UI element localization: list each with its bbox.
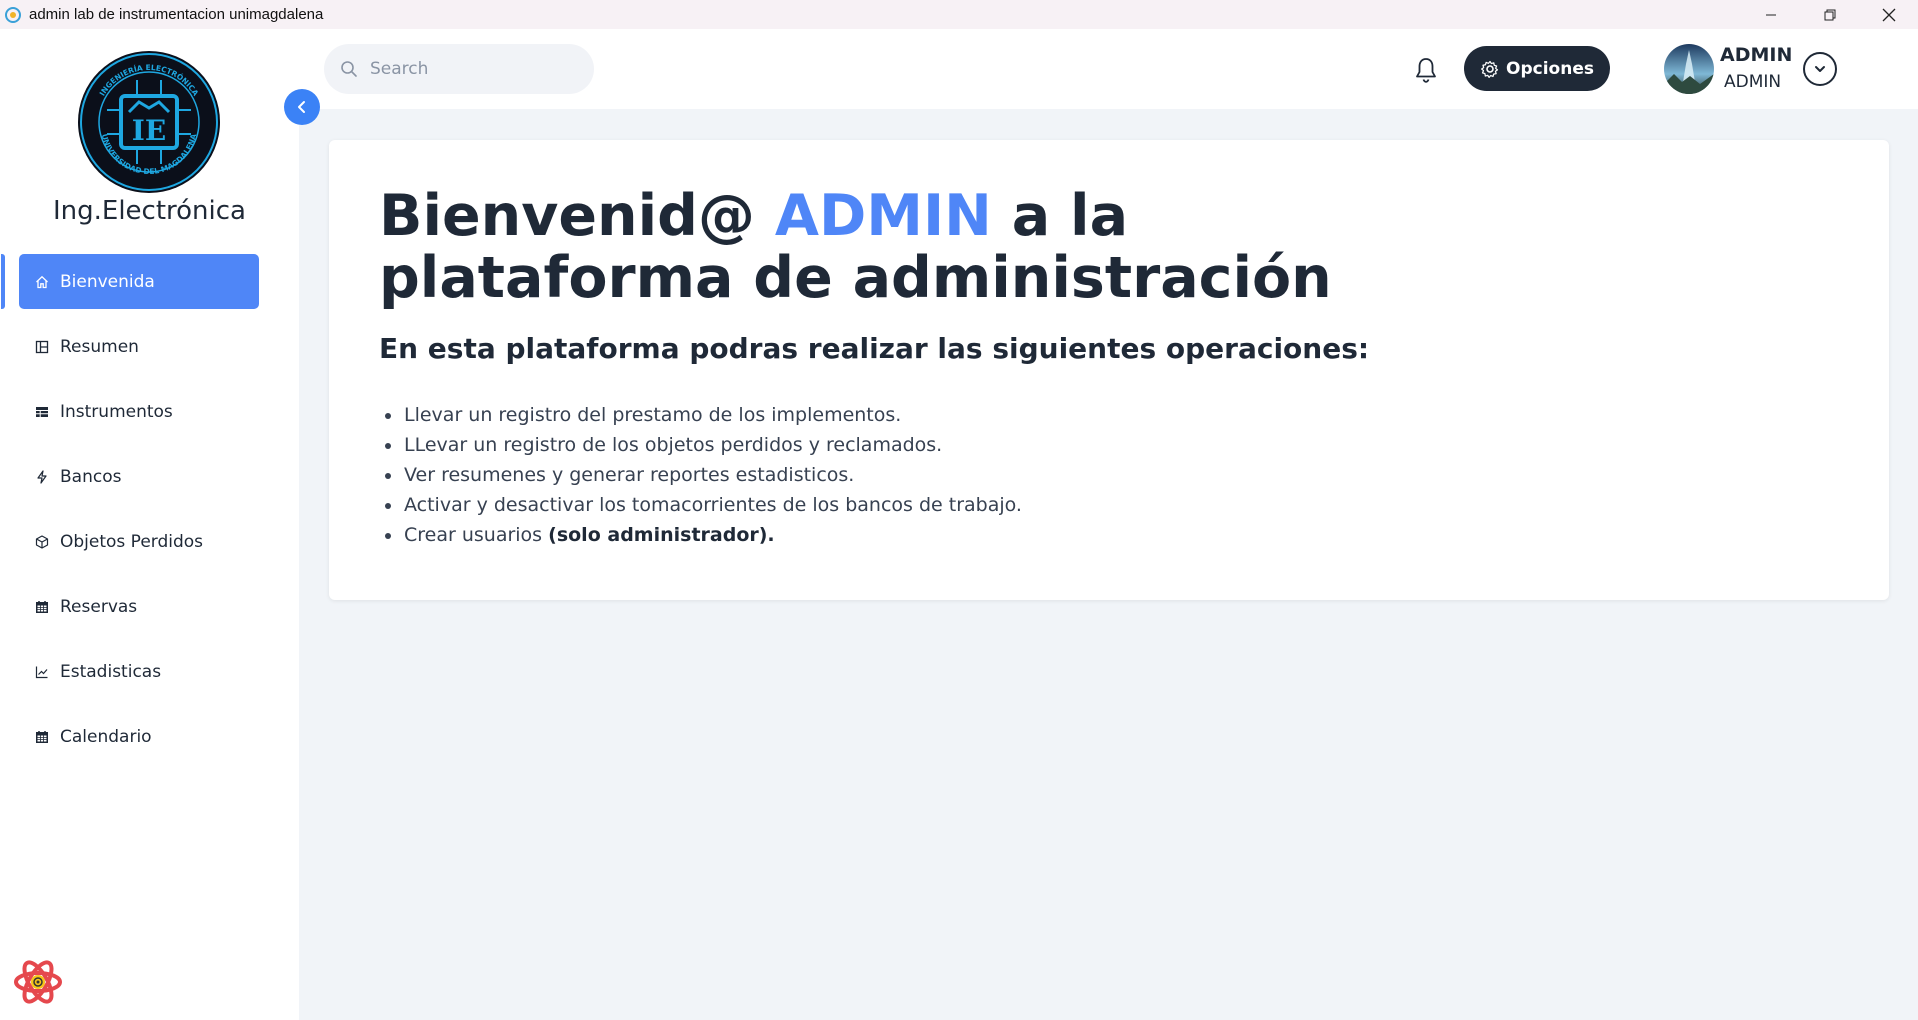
sidebar-item-bienvenida[interactable]: Bienvenida bbox=[1, 254, 259, 309]
minimize-icon bbox=[1765, 14, 1776, 15]
sidebar-item-label: Instrumentos bbox=[60, 401, 173, 422]
list-item-bold: (solo administrador). bbox=[548, 524, 775, 546]
active-indicator bbox=[1, 254, 5, 309]
sidebar-item-estadisticas[interactable]: Estadisticas bbox=[0, 644, 299, 699]
user-name: ADMIN bbox=[1720, 44, 1793, 66]
search-bar bbox=[324, 44, 594, 94]
sidebar-item-objetos-perdidos[interactable]: Objetos Perdidos bbox=[0, 514, 299, 569]
sidebar-item-label: Resumen bbox=[60, 336, 139, 357]
welcome-username: ADMIN bbox=[774, 183, 992, 249]
search-icon bbox=[341, 61, 357, 77]
sidebar-item-label: Bienvenida bbox=[60, 271, 155, 292]
restore-button[interactable] bbox=[1800, 0, 1859, 29]
app-icon bbox=[5, 6, 21, 23]
user-menu-button[interactable] bbox=[1803, 52, 1837, 86]
collapse-sidebar-button[interactable] bbox=[284, 89, 320, 125]
calendar-icon bbox=[35, 730, 49, 744]
sidebar-item-label: Reservas bbox=[60, 596, 138, 617]
window-controls bbox=[1741, 0, 1918, 29]
bell-icon[interactable] bbox=[1413, 56, 1439, 84]
avatar[interactable] bbox=[1664, 44, 1714, 94]
window-title-bar: admin lab de instrumentacion unimagdalen… bbox=[0, 0, 1918, 29]
chevron-down-icon bbox=[1815, 66, 1825, 72]
react-devtools-icon[interactable] bbox=[12, 956, 64, 1008]
welcome-card: Bienvenid@ ADMIN a la plataforma de admi… bbox=[329, 140, 1889, 600]
table-icon bbox=[35, 405, 49, 419]
list-item: Ver resumenes y generar reportes estadis… bbox=[379, 460, 1022, 490]
list-item: Llevar un registro del prestamo de los i… bbox=[379, 400, 1022, 430]
gear-icon bbox=[1481, 60, 1499, 78]
list-item: Crear usuarios (solo administrador). bbox=[379, 520, 1022, 550]
sidebar-item-label: Objetos Perdidos bbox=[60, 531, 204, 552]
top-header: Opciones ADMIN ADMIN bbox=[299, 29, 1918, 109]
close-button[interactable] bbox=[1859, 0, 1918, 29]
sidebar-item-reservas[interactable]: Reservas bbox=[0, 579, 299, 634]
sidebar-item-label: Calendario bbox=[60, 726, 152, 747]
sidebar-item-label: Bancos bbox=[60, 466, 122, 487]
logo-initials: IE bbox=[132, 114, 166, 147]
user-role: ADMIN bbox=[1724, 72, 1782, 92]
close-icon bbox=[1882, 8, 1895, 21]
welcome-suffix: a la bbox=[1011, 183, 1129, 249]
page-subtitle: En esta plataforma podras realizar las s… bbox=[379, 332, 1370, 365]
sidebar-item-calendario[interactable]: Calendario bbox=[0, 709, 299, 764]
welcome-prefix: Bienvenid@ bbox=[379, 183, 755, 249]
search-input[interactable] bbox=[370, 59, 570, 79]
sidebar-item-instrumentos[interactable]: Instrumentos bbox=[0, 384, 299, 439]
chart-line-icon bbox=[35, 665, 49, 679]
list-item-text: Crear usuarios bbox=[404, 524, 543, 546]
sidebar-nav: Bienvenida Resumen Instrumentos Bancos O… bbox=[0, 254, 299, 774]
welcome-line2: plataforma de administración bbox=[379, 245, 1332, 311]
calendar-icon bbox=[35, 600, 49, 614]
box-icon bbox=[35, 534, 49, 549]
list-item: Activar y desactivar los tomacorrientes … bbox=[379, 490, 1022, 520]
faculty-logo: IE INGENIERÍA ELECTRÓNICA UNIVERSIDAD DE… bbox=[78, 51, 220, 193]
chevron-left-icon bbox=[298, 101, 305, 113]
list-item: LLevar un registro de los objetos perdid… bbox=[379, 430, 1022, 460]
sidebar-item-bancos[interactable]: Bancos bbox=[0, 449, 299, 504]
home-icon bbox=[35, 275, 49, 289]
restore-icon bbox=[1824, 9, 1835, 20]
operations-list: Llevar un registro del prestamo de los i… bbox=[379, 400, 1022, 550]
options-button[interactable]: Opciones bbox=[1464, 46, 1610, 91]
bolt-icon bbox=[35, 469, 49, 484]
sidebar-item-resumen[interactable]: Resumen bbox=[0, 319, 299, 374]
brand-name: Ing.Electrónica bbox=[52, 196, 246, 226]
options-label: Opciones bbox=[1506, 58, 1594, 79]
sidebar-item-label: Estadisticas bbox=[60, 661, 162, 682]
page-title: Bienvenid@ ADMIN a la plataforma de admi… bbox=[379, 185, 1332, 309]
sidebar: IE INGENIERÍA ELECTRÓNICA UNIVERSIDAD DE… bbox=[0, 29, 299, 1020]
dashboard-icon bbox=[35, 340, 49, 354]
minimize-button[interactable] bbox=[1741, 0, 1800, 29]
window-title: admin lab de instrumentacion unimagdalen… bbox=[29, 6, 324, 23]
